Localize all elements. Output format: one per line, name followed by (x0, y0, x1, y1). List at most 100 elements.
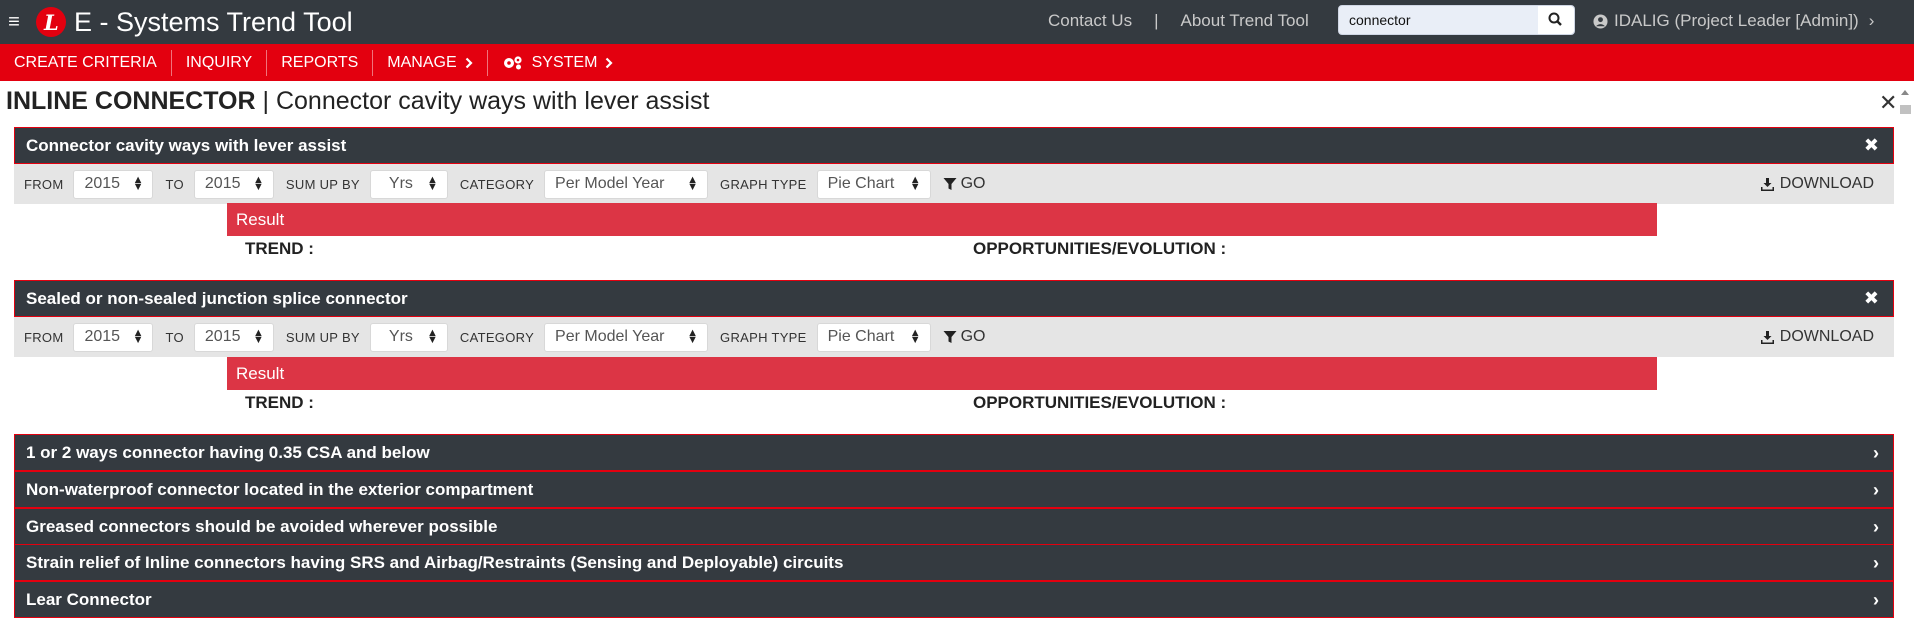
panel-title: Non-waterproof connector located in the … (26, 479, 534, 499)
trend-row: TREND : OPPORTUNITIES/EVOLUTION : (245, 393, 1645, 413)
sum-up-by-label: SUM UP BY (285, 176, 360, 192)
page-title: INLINE CONNECTOR | Connector cavity ways… (6, 87, 709, 116)
to-select[interactable]: 2015 ▲ ▼ (193, 169, 274, 199)
panel-title: Connector cavity ways with lever assist (26, 135, 347, 155)
nav-manage[interactable]: MANAGE (373, 49, 488, 76)
user-menu[interactable]: IDALIG (Project Leader [Admin]) › (1593, 11, 1874, 31)
contact-us-link[interactable]: Contact Us (1048, 11, 1132, 31)
sort-arrows-icon: ▲ ▼ (427, 327, 438, 346)
nav-label: MANAGE (387, 53, 457, 71)
chevron-right-icon[interactable]: › (1873, 553, 1879, 574)
chevron-right-icon[interactable]: › (1873, 517, 1879, 538)
about-trend-tool-link[interactable]: About Trend Tool (1181, 11, 1309, 31)
filter-bar: FROM 2015 ▲ ▼ TO 2015 ▲ ▼ SUM UP BY Yrs ▲ ▼ CA… (14, 164, 1894, 204)
filter-icon (943, 331, 957, 343)
go-button[interactable]: GO (943, 175, 986, 193)
collapsed-panel[interactable]: Strain relief of Inline connectors havin… (14, 544, 1894, 581)
close-icon[interactable]: ✕ (1879, 90, 1897, 116)
nav-label: SYSTEM (531, 53, 598, 71)
top-bar: ≡ L E - Systems Trend Tool Contact Us | … (0, 0, 1914, 44)
download-label: DOWNLOAD (1779, 175, 1874, 192)
logo-letter: L (44, 10, 59, 35)
trend-label: TREND : (245, 393, 314, 412)
page-title-separator: | (255, 87, 276, 115)
sort-arrows-icon: ▲ ▼ (253, 327, 264, 346)
chevron-right-icon[interactable]: › (1873, 443, 1879, 464)
collapsed-panel[interactable]: 1 or 2 ways connector having 0.35 CSA an… (14, 434, 1894, 471)
to-label: TO (165, 329, 184, 345)
page-title-rest: Connector cavity ways with lever assist (275, 87, 710, 115)
go-button[interactable]: GO (943, 328, 986, 346)
category-select[interactable]: Per Model Year ▲ ▼ (544, 322, 709, 352)
scrollbar-thumb[interactable] (1900, 105, 1911, 114)
sum-up-by-label: SUM UP BY (285, 329, 360, 345)
download-button[interactable]: DOWNLOAD (1760, 175, 1874, 193)
collapsed-panel[interactable]: Non-waterproof connector located in the … (14, 471, 1894, 508)
download-icon (1760, 330, 1774, 344)
to-value: 2015 (204, 328, 241, 345)
scroll-up-arrow-icon[interactable] (1901, 90, 1909, 95)
panel-title: Sealed or non-sealed junction splice con… (26, 288, 408, 308)
panel-title: Strain relief of Inline connectors havin… (26, 552, 844, 572)
sum-up-by-select[interactable]: Yrs ▲ ▼ (369, 322, 448, 352)
from-label: FROM (24, 329, 64, 345)
chevron-right-icon: › (1868, 11, 1875, 30)
app-title[interactable]: E - Systems Trend Tool (74, 7, 353, 38)
graph-type-select[interactable]: Pie Chart ▲ ▼ (816, 169, 931, 199)
scrollbar[interactable] (1897, 88, 1914, 625)
collapsed-panel[interactable]: Greased connectors should be avoided whe… (14, 508, 1894, 545)
result-bar: Result (227, 357, 1657, 390)
from-label: FROM (24, 176, 64, 192)
close-icon[interactable]: ✖ (1864, 135, 1879, 156)
category-value: Per Model Year (555, 328, 665, 345)
nav-reports[interactable]: REPORTS (267, 49, 374, 76)
search-box: connector (1338, 5, 1575, 35)
graph-type-value: Pie Chart (827, 328, 895, 345)
to-select[interactable]: 2015 ▲ ▼ (193, 322, 274, 352)
sort-arrows-icon: ▲ ▼ (909, 327, 921, 346)
collapsed-panel[interactable]: Lear Connector › (14, 581, 1894, 618)
graph-type-label: GRAPH TYPE (720, 176, 807, 192)
graph-type-label: GRAPH TYPE (720, 329, 807, 345)
nav-create-criteria[interactable]: CREATE CRITERIA (0, 49, 172, 76)
sort-arrows-icon: ▲ ▼ (909, 174, 921, 193)
category-select[interactable]: Per Model Year ▲ ▼ (544, 169, 709, 199)
sort-arrows-icon: ▲ ▼ (687, 327, 699, 346)
from-select[interactable]: 2015 ▲ ▼ (73, 322, 154, 352)
panel-header[interactable]: Connector cavity ways with lever assist … (14, 127, 1894, 164)
chevron-right-icon[interactable]: › (1873, 590, 1879, 611)
close-icon[interactable]: ✖ (1864, 288, 1879, 309)
search-icon (1548, 12, 1562, 26)
result-bar: Result (227, 203, 1657, 236)
sort-arrows-icon: ▲ ▼ (132, 174, 144, 193)
nav-label: INQUIRY (185, 53, 253, 71)
sum-up-by-select[interactable]: Yrs ▲ ▼ (369, 169, 448, 199)
sort-arrows-icon: ▲ ▼ (253, 174, 264, 193)
opportunities-label: OPPORTUNITIES/EVOLUTION : (973, 239, 1227, 258)
download-icon (1760, 177, 1774, 191)
download-button[interactable]: DOWNLOAD (1760, 328, 1874, 346)
download-label: DOWNLOAD (1779, 328, 1874, 345)
to-label: TO (165, 176, 184, 192)
from-select[interactable]: 2015 ▲ ▼ (73, 169, 154, 199)
search-button[interactable] (1538, 6, 1574, 34)
graph-type-value: Pie Chart (827, 175, 895, 192)
trend-label: TREND : (245, 239, 314, 258)
criteria-panel: Sealed or non-sealed junction splice con… (14, 280, 1894, 357)
chevron-right-icon[interactable]: › (1873, 480, 1879, 501)
nav-label: REPORTS (281, 53, 359, 71)
gears-icon (503, 56, 522, 70)
category-label: CATEGORY (459, 329, 535, 345)
nav-inquiry[interactable]: INQUIRY (172, 49, 268, 76)
go-label: GO (960, 328, 986, 345)
category-label: CATEGORY (459, 176, 535, 192)
graph-type-select[interactable]: Pie Chart ▲ ▼ (816, 322, 931, 352)
trend-row: TREND : OPPORTUNITIES/EVOLUTION : (245, 239, 1645, 259)
nav-system[interactable]: SYSTEM (488, 50, 628, 76)
lear-logo[interactable]: L (36, 7, 66, 37)
hamburger-menu-icon[interactable]: ≡ (4, 11, 24, 34)
panel-header[interactable]: Sealed or non-sealed junction splice con… (14, 280, 1894, 317)
search-input[interactable]: connector (1349, 12, 1410, 28)
result-label: Result (236, 363, 285, 383)
page-header: INLINE CONNECTOR | Connector cavity ways… (0, 81, 1914, 121)
